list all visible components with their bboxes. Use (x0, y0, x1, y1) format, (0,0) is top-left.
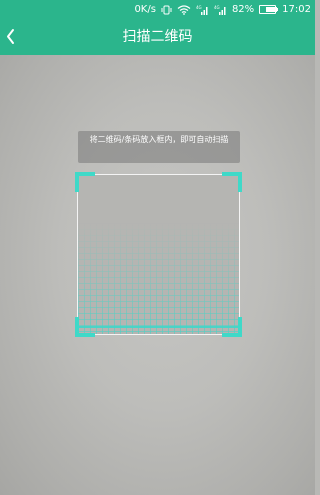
app-bar: 扫描二维码 (0, 19, 315, 55)
svg-text:4G: 4G (214, 5, 220, 10)
vibrate-icon (161, 5, 172, 15)
wifi-icon (177, 4, 191, 15)
network-speed: 0K/s (134, 4, 156, 15)
corner-top-left (75, 172, 95, 192)
status-bar: 0K/s 4G 4G 82% 17:02 (0, 0, 315, 19)
corner-bottom-left (75, 317, 95, 337)
signal-icon: 4G (196, 5, 209, 15)
page-title: 扫描二维码 (122, 29, 193, 45)
scan-frame (75, 172, 242, 337)
clock: 17:02 (282, 4, 311, 15)
scan-grid-animation (78, 222, 239, 334)
corner-top-right (222, 172, 242, 192)
scan-line (78, 326, 239, 328)
scan-hint: 将二维码/条码放入框内，即可自动扫描 (78, 131, 240, 163)
signal-icon-2: 4G (214, 5, 227, 15)
battery-percent: 82% (231, 4, 255, 15)
corner-bottom-right (222, 317, 242, 337)
scan-area (77, 174, 240, 335)
svg-text:4G: 4G (196, 5, 202, 10)
battery-icon (259, 5, 279, 14)
